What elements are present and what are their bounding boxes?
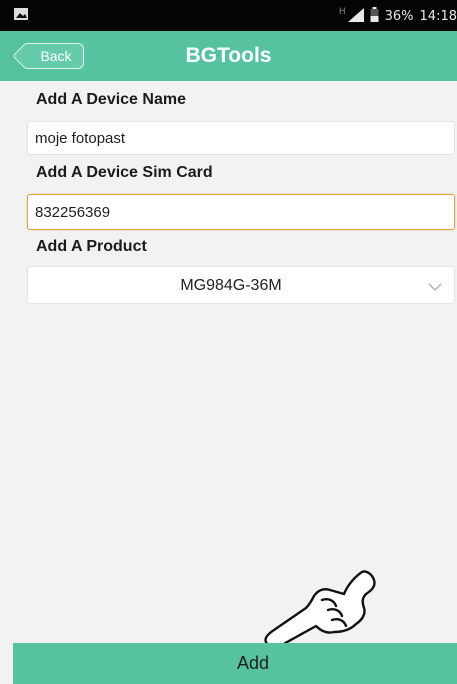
chevron-down-icon [428, 279, 442, 297]
nav-bar: Back BGTools [0, 31, 457, 81]
battery-icon [370, 7, 379, 26]
sim-card-label: Add A Device Sim Card [36, 164, 213, 181]
status-indicators: H 36% 14:18 [339, 7, 457, 26]
network-type: H [338, 6, 346, 17]
back-button-label: Back [40, 48, 72, 64]
device-name-input[interactable]: moje fotopast [27, 121, 455, 155]
pointing-hand-icon [262, 570, 382, 653]
image-icon [14, 8, 28, 24]
add-button-label: Add [236, 653, 270, 673]
device-name-label: Add A Device Name [36, 91, 186, 108]
product-select[interactable]: MG984G-36M [27, 266, 455, 304]
status-bar: H 36% 14:18 [0, 0, 457, 31]
signal-icon [347, 7, 364, 26]
battery-percent: 36% [384, 9, 414, 24]
sim-card-input[interactable]: 832256369 [27, 194, 455, 230]
product-select-value: MG984G-36M [180, 277, 282, 294]
clock: 14:18 [419, 9, 457, 24]
product-label: Add A Product [36, 238, 147, 255]
add-button[interactable]: Add [13, 643, 457, 684]
